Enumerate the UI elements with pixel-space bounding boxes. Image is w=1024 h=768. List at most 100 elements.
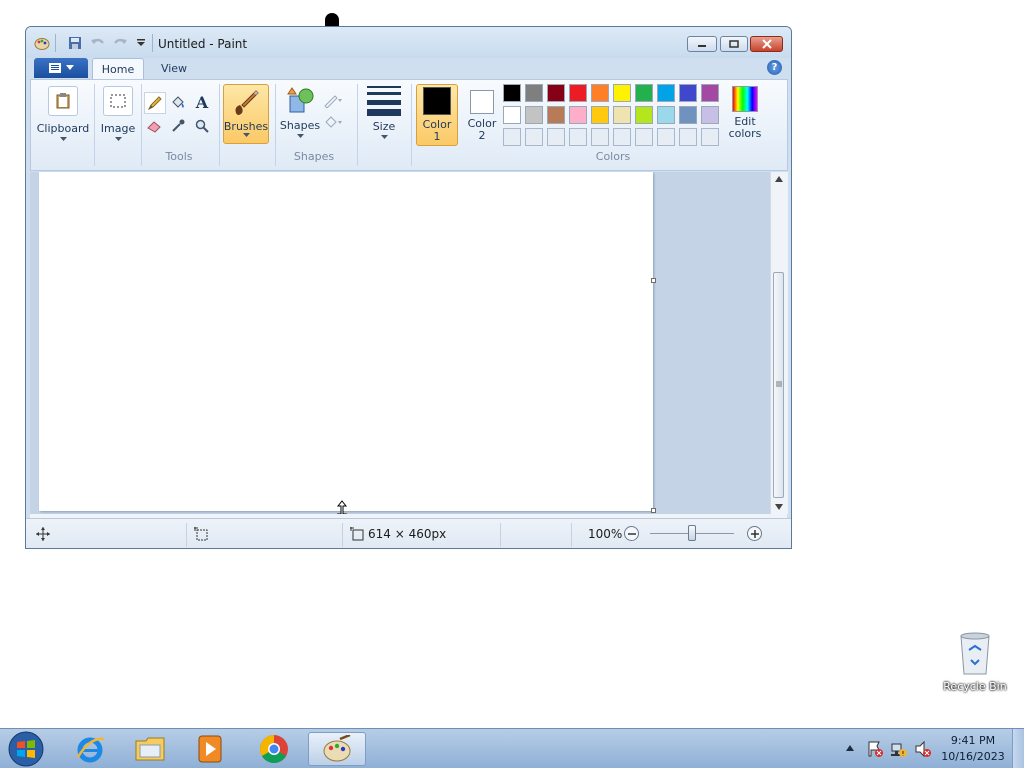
canvas-size-text: 614 × 460px	[368, 527, 447, 541]
recycle-bin[interactable]: Recycle Bin	[943, 630, 1007, 702]
zoom-out-button[interactable]	[624, 526, 639, 541]
show-hidden-icons-icon[interactable]	[846, 745, 854, 751]
color2-button[interactable]: Color 2	[461, 84, 503, 146]
tab-home[interactable]: Home	[92, 58, 144, 79]
size-button[interactable]: Size	[363, 84, 405, 166]
edit-colors-button[interactable]: Edit colors	[723, 84, 767, 146]
volume-muted-icon[interactable]	[914, 740, 932, 758]
palette-empty-swatch[interactable]	[547, 128, 565, 146]
media-player-icon	[198, 735, 222, 763]
plus-icon	[750, 529, 759, 538]
tools-group-label: Tools	[165, 150, 193, 163]
clock-date: 10/16/2023	[941, 750, 1005, 763]
paint-taskbar-button[interactable]	[308, 732, 366, 766]
color1-button[interactable]: Color 1	[416, 84, 458, 146]
resize-handle-right[interactable]	[651, 278, 656, 283]
show-desktop-button[interactable]	[1012, 729, 1024, 768]
save-icon[interactable]	[66, 34, 84, 52]
palette-swatch[interactable]	[569, 106, 587, 124]
recycle-bin-icon	[960, 632, 990, 675]
chevron-down-icon	[66, 65, 74, 70]
title-bar[interactable]: Untitled - Paint	[26, 27, 791, 58]
palette-swatch[interactable]	[525, 84, 543, 102]
palette-swatch[interactable]	[679, 106, 697, 124]
paint-icon	[323, 735, 351, 762]
scroll-thumb[interactable]	[773, 272, 784, 498]
magnifier-icon[interactable]	[192, 116, 212, 136]
palette-empty-swatch[interactable]	[613, 128, 631, 146]
minimize-button[interactable]	[687, 36, 717, 52]
selection-size-icon	[194, 527, 208, 541]
zoom-slider-thumb[interactable]	[688, 525, 696, 541]
outline-icon[interactable]	[323, 90, 343, 110]
palette-swatch[interactable]	[525, 106, 543, 124]
palette-swatch[interactable]	[657, 106, 675, 124]
chrome-taskbar-button[interactable]	[246, 732, 302, 766]
action-center-icon[interactable]	[866, 740, 884, 758]
palette-swatch[interactable]	[701, 106, 719, 124]
paint-app-icon[interactable]	[33, 34, 51, 52]
media-player-taskbar-button[interactable]	[182, 732, 238, 766]
ribbon: Clipboard Image A Tools Brushes Shapes S…	[30, 79, 788, 171]
redo-icon[interactable]	[111, 34, 129, 52]
palette-empty-swatch[interactable]	[569, 128, 587, 146]
zoom-in-button[interactable]	[747, 526, 762, 541]
drawing-canvas[interactable]	[39, 172, 653, 511]
palette-swatch[interactable]	[657, 84, 675, 102]
window-title: Untitled - Paint	[158, 37, 248, 51]
clock[interactable]: 9:41 PM 10/16/2023	[940, 733, 1006, 765]
windows-logo-icon	[8, 731, 44, 767]
palette-swatch[interactable]	[635, 106, 653, 124]
pencil-icon[interactable]	[144, 92, 166, 114]
customize-quick-access-icon[interactable]	[132, 34, 150, 52]
palette-swatch[interactable]	[701, 84, 719, 102]
palette-swatch[interactable]	[591, 84, 609, 102]
palette-swatch[interactable]	[591, 106, 609, 124]
shapes-group-label: Shapes	[293, 150, 335, 163]
palette-empty-swatch[interactable]	[503, 128, 521, 146]
palette-empty-swatch[interactable]	[591, 128, 609, 146]
fill-icon[interactable]	[323, 112, 343, 132]
palette-swatch[interactable]	[613, 106, 631, 124]
eraser-icon[interactable]	[144, 116, 164, 136]
palette-swatch[interactable]	[679, 84, 697, 102]
zoom-level-text: 100%	[588, 527, 623, 541]
network-icon[interactable]	[890, 740, 908, 758]
file-explorer-taskbar-button[interactable]	[122, 732, 178, 766]
text-tool-icon[interactable]: A	[192, 92, 212, 112]
clipboard-button[interactable]: Clipboard	[35, 84, 91, 166]
palette-empty-swatch[interactable]	[525, 128, 543, 146]
color-picker-icon[interactable]	[168, 116, 188, 136]
palette-swatch[interactable]	[547, 106, 565, 124]
image-button[interactable]: Image	[97, 84, 139, 166]
palette-empty-swatch[interactable]	[701, 128, 719, 146]
palette-swatch[interactable]	[503, 84, 521, 102]
help-button[interactable]: ?	[767, 60, 782, 75]
undo-icon[interactable]	[89, 34, 107, 52]
taskbar: 9:41 PM 10/16/2023	[0, 728, 1024, 768]
cursor-icon	[325, 13, 339, 26]
palette-empty-swatch[interactable]	[635, 128, 653, 146]
vertical-scrollbar[interactable]	[770, 172, 788, 514]
palette-swatch[interactable]	[503, 106, 521, 124]
brushes-button[interactable]: Brushes	[223, 84, 269, 144]
palette-swatch[interactable]	[613, 84, 631, 102]
select-icon	[103, 86, 133, 116]
fill-bucket-icon[interactable]	[168, 92, 188, 112]
palette-swatch[interactable]	[635, 84, 653, 102]
edit-colors-label-2: colors	[728, 127, 762, 140]
file-menu-button[interactable]	[34, 58, 88, 78]
start-button[interactable]	[6, 730, 46, 768]
palette-swatch[interactable]	[569, 84, 587, 102]
tab-view[interactable]: View	[150, 58, 198, 79]
internet-explorer-taskbar-button[interactable]	[62, 732, 118, 766]
palette-empty-swatch[interactable]	[657, 128, 675, 146]
palette-empty-swatch[interactable]	[679, 128, 697, 146]
cursor-position-icon	[36, 527, 50, 541]
palette-swatch[interactable]	[547, 84, 565, 102]
resize-handle-corner[interactable]	[651, 508, 656, 513]
maximize-button[interactable]	[720, 36, 748, 52]
minus-icon	[627, 532, 636, 535]
size-label: Size	[372, 120, 396, 133]
close-button[interactable]	[750, 36, 783, 52]
